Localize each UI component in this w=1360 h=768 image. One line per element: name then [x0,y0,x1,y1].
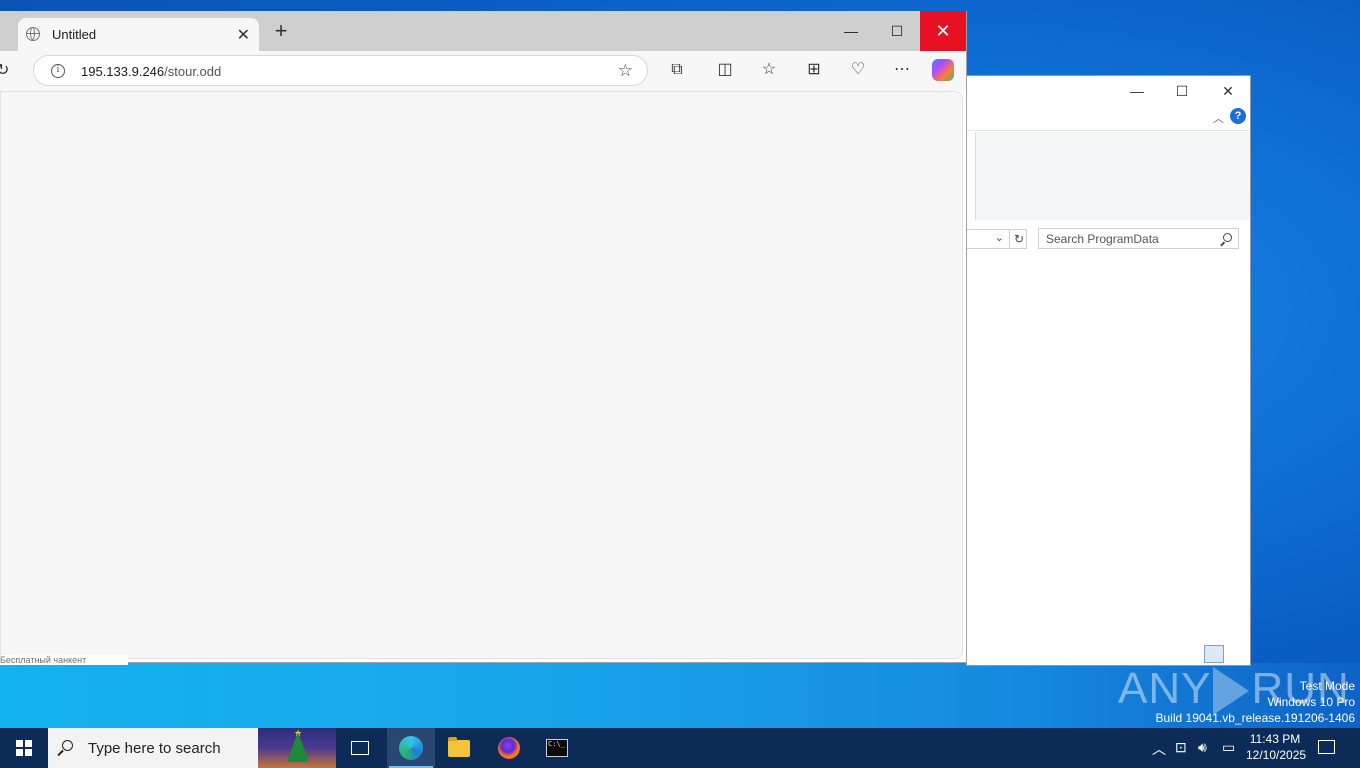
url-text: 195.133.9.246/stour.odd [81,64,221,79]
minimize-button[interactable]: — [1117,80,1157,102]
system-info: Test Mode Windows 10 Pro Build 19041.vb_… [1156,678,1356,726]
taskbar-file-explorer[interactable] [435,728,483,768]
windows-logo-icon [16,740,32,756]
meet-now-icon[interactable]: ⊡ [1175,739,1187,756]
search-placeholder: Type here to search [88,740,221,757]
clock-time: 11:43 PM [1249,732,1301,746]
windows-edition-label: Windows 10 Pro [1267,695,1355,709]
large-icons-view-button[interactable] [1226,645,1246,663]
search-icon [62,740,73,751]
close-button[interactable]: ✕ [1208,80,1248,102]
network-icon[interactable]: ▭ [1222,739,1235,756]
start-button[interactable] [0,728,48,768]
taskbar-search[interactable]: Type here to search ★ [48,728,336,768]
folder-icon [448,736,470,757]
ribbon-collapse-icon[interactable]: ︿ [1213,110,1224,126]
copilot-icon[interactable] [932,59,954,81]
search-box[interactable] [1038,228,1239,249]
taskbar-firefox[interactable] [485,728,533,768]
firefox-icon [498,737,520,759]
info-icon[interactable]: i [51,64,65,78]
maximize-button[interactable]: ☐ [1162,80,1202,102]
ribbon-tabs: ︿ ? [967,106,1250,131]
command-prompt-icon: C:\_ [546,739,568,757]
tab-close-icon[interactable]: ✕ [237,25,250,45]
close-button[interactable]: ✕ [920,11,966,51]
task-view-icon [351,741,369,755]
browser-toolbar: ↻ i 195.133.9.246/stour.odd ☆ ⧉ ◫ ☆ ⊞ ♡ … [0,51,966,91]
status-strip: Бесплатный чанкент [0,655,128,665]
address-bar[interactable]: i 195.133.9.246/stour.odd ☆ [33,55,648,86]
taskbar-command-prompt[interactable]: C:\_ [533,728,581,768]
more-icon[interactable]: ⋯ [891,59,913,81]
favorite-star-icon[interactable]: ☆ [618,61,633,81]
url-path: /stour.odd [164,64,222,79]
minimize-button[interactable]: — [828,11,874,51]
file-explorer-window: — ☐ ✕ ︿ ? ⌄ ↻ [966,75,1251,666]
url-host: 195.133.9.246 [81,64,165,79]
test-mode-label: Test Mode [1299,679,1355,693]
new-tab-button[interactable]: + [270,20,292,43]
split-screen-icon[interactable]: ◫ [714,59,736,81]
extensions-icon[interactable]: ⧉ [666,59,688,81]
explorer-title-bar: — ☐ ✕ [967,76,1250,106]
maximize-button[interactable]: ☐ [874,11,920,51]
ribbon-body [975,132,1250,220]
taskbar: Type here to search ★ C:\_ ︿ ⊡ 🔊︎ ▭ 11:4… [0,728,1360,768]
volume-icon[interactable]: 🔊︎ [1198,739,1207,756]
tab-untitled[interactable]: Untitled ✕ [18,18,259,51]
tab-title: Untitled [52,27,97,42]
notifications-icon[interactable] [1318,740,1335,754]
collections-icon[interactable]: ⊞ [803,59,825,81]
search-highlight-image[interactable]: ★ [258,728,336,768]
refresh-icon[interactable]: ↻ [0,60,9,80]
christmas-tree-icon [287,732,309,762]
taskbar-edge[interactable] [387,728,435,768]
page-viewport[interactable] [0,91,963,659]
edge-icon [399,736,423,760]
search-icon [1223,233,1232,242]
build-label: Build 19041.vb_release.191206-1406 [1155,711,1356,725]
chevron-down-icon[interactable]: ⌄ [995,231,1004,244]
refresh-button[interactable]: ↻ [1009,229,1028,249]
browser-essentials-icon[interactable]: ♡ [847,59,869,81]
favorites-icon[interactable]: ☆ [758,59,780,81]
help-icon[interactable]: ? [1230,108,1246,124]
clock[interactable]: 11:43 PM 12/10/2025 [1246,731,1307,763]
clock-date: 12/10/2025 [1246,748,1307,762]
details-view-button[interactable] [1204,645,1224,663]
edge-browser-window: Untitled ✕ + — ☐ ✕ ↻ i 195.133.9.246/sto… [0,11,967,663]
globe-icon [26,27,40,41]
show-hidden-icons-icon[interactable]: ︿ [1152,739,1166,759]
tab-strip: Untitled ✕ + — ☐ ✕ [0,11,966,51]
search-input[interactable] [1039,230,1218,247]
task-view-button[interactable] [336,728,384,768]
